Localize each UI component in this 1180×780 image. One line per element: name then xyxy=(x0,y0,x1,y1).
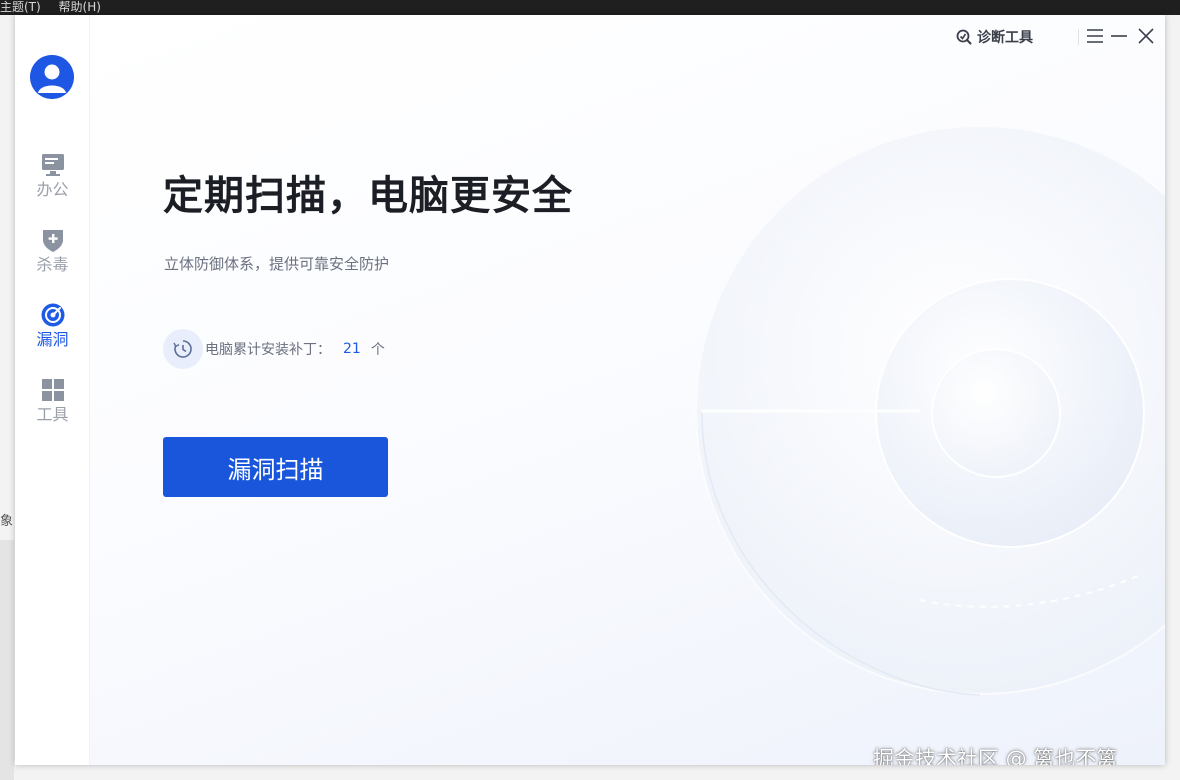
user-avatar[interactable] xyxy=(30,55,74,99)
page-subtitle: 立体防御体系，提供可靠安全防护 xyxy=(164,255,390,273)
sidebar-item-office[interactable]: 办公 xyxy=(15,152,90,212)
background-menubar: 主题(T) 帮助(H) xyxy=(0,0,1180,15)
sidebar-item-label: 杀毒 xyxy=(36,255,69,274)
background-menu-item[interactable]: 帮助(H) xyxy=(59,0,101,14)
background-menu-item[interactable]: 主题(T) xyxy=(0,0,41,14)
close-icon[interactable] xyxy=(1135,25,1157,47)
background-text-fragment: 象 xyxy=(0,514,14,529)
sidebar-item-label: 漏洞 xyxy=(36,330,69,349)
sidebar-item-label: 办公 xyxy=(36,180,69,199)
menu-icon[interactable] xyxy=(1084,25,1106,47)
patch-label: 电脑累计安装补丁： xyxy=(205,342,331,358)
patch-count: 21 xyxy=(343,341,361,357)
diagnose-tool-button[interactable]: 诊断工具 xyxy=(956,24,1033,50)
topbar-divider xyxy=(1078,29,1079,45)
monitor-icon xyxy=(42,154,64,176)
decorative-radar-graphic xyxy=(695,125,1165,696)
sidebar-item-label: 工具 xyxy=(36,405,69,424)
patch-history-icon xyxy=(163,329,203,369)
vulnerability-scan-button[interactable]: 漏洞扫描 xyxy=(163,437,388,497)
diagnose-icon xyxy=(956,29,972,45)
security-window: 办公 杀毒 漏洞 工具 诊断工具 定期扫描，电脑更安全 立体防御体系，提供可靠安… xyxy=(15,15,1165,765)
background-panel xyxy=(0,540,14,780)
shield-plus-icon xyxy=(43,230,63,252)
sidebar: 办公 杀毒 漏洞 工具 xyxy=(15,15,90,765)
target-icon xyxy=(41,303,65,327)
user-avatar-icon xyxy=(30,55,74,99)
sidebar-item-vulnerability[interactable]: 漏洞 xyxy=(15,302,90,362)
sidebar-item-tools[interactable]: 工具 xyxy=(15,377,90,437)
page-title: 定期扫描，电脑更安全 xyxy=(163,173,573,219)
grid-icon xyxy=(42,379,64,401)
minimize-icon[interactable] xyxy=(1108,25,1130,47)
sidebar-item-antivirus[interactable]: 杀毒 xyxy=(15,227,90,287)
diagnose-tool-label: 诊断工具 xyxy=(977,30,1033,46)
watermark: 掘金技术社区 @ 篱也不篱 xyxy=(873,747,1118,765)
patch-unit: 个 xyxy=(370,342,385,358)
patch-summary: 电脑累计安装补丁： 21 个 xyxy=(163,329,385,369)
main-content: 诊断工具 定期扫描，电脑更安全 立体防御体系，提供可靠安全防护 电脑累计安装补丁… xyxy=(90,15,1165,765)
